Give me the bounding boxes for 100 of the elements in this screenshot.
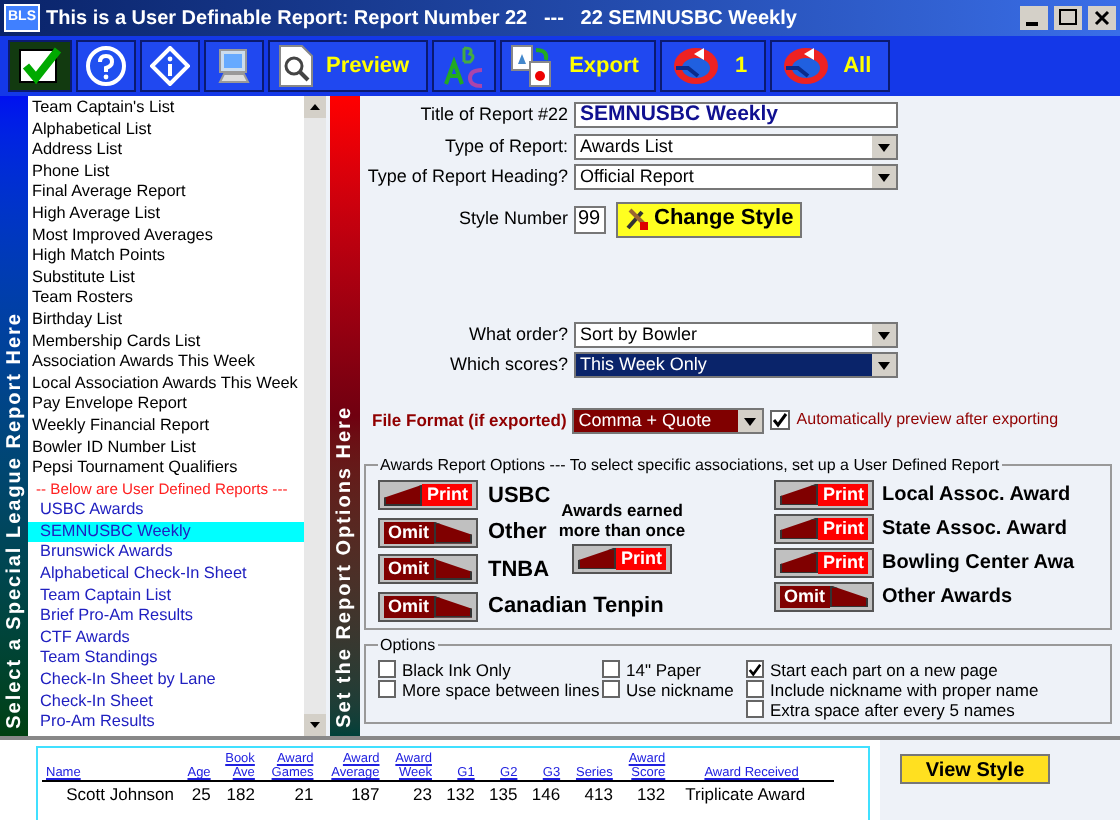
circular-arrows-icon	[779, 44, 832, 88]
report-list-item[interactable]: Pro-Am Results	[28, 712, 304, 734]
scroll-down-icon[interactable]	[304, 714, 326, 736]
report-list-item[interactable]: Address List	[28, 140, 304, 162]
checkbox[interactable]	[770, 410, 791, 430]
scores-dropdown[interactable]: This Week Only	[574, 352, 898, 379]
table-cell: 132	[435, 781, 479, 808]
help-icon	[86, 46, 126, 86]
checkbox-label: More space between lines	[402, 679, 600, 699]
report-list-item[interactable]: Team Standings	[28, 648, 304, 671]
checkbox[interactable]	[378, 660, 396, 678]
field-label: Which scores?	[449, 352, 568, 378]
checkbox-label: 14" Paper	[626, 659, 702, 679]
checkbox[interactable]	[602, 660, 620, 678]
change-style-button[interactable]: Change Style	[616, 201, 802, 237]
close-icon[interactable]	[1088, 6, 1116, 30]
report-list-item[interactable]: High Average List	[28, 203, 304, 226]
print-omit-switch[interactable]: Omit	[378, 554, 478, 585]
style-number-field[interactable]: 99	[574, 205, 606, 233]
print-omit-switch[interactable]: Omit	[378, 517, 478, 548]
checkbox-label: Automatically preview after exporting	[796, 408, 1059, 432]
award-label: Other Awards	[882, 583, 1013, 611]
report-list-item[interactable]: Pepsi Tournament Qualifiers	[28, 458, 304, 480]
toolbar-button[interactable]	[8, 40, 72, 92]
report-list-item[interactable]: Pay Envelope Report	[28, 394, 304, 416]
field-label: Type of Report Heading?	[367, 164, 568, 190]
report-list-item[interactable]: Bowler ID Number List	[28, 437, 304, 459]
checkmark-icon	[18, 46, 62, 86]
tools-icon	[624, 206, 650, 232]
file-format-dropdown[interactable]: Comma + Quote	[572, 407, 765, 433]
table-cell: 187	[317, 781, 384, 808]
print-omit-switch[interactable]: Print	[572, 543, 672, 573]
report-list-item[interactable]: Brunswick Awards	[28, 542, 304, 565]
toolbar-button[interactable]: 1	[660, 40, 766, 92]
checkbox[interactable]	[746, 660, 764, 678]
report-list-item[interactable]: High Match Points	[28, 246, 304, 268]
report-list-item[interactable]: Alphabetical Check-In Sheet	[28, 564, 304, 586]
field-label: Title of Report #22	[420, 102, 568, 128]
report-list-item[interactable]: Brief Pro-Am Results	[28, 606, 304, 628]
report-list-item[interactable]: Check-In Sheet	[28, 691, 304, 713]
toolbar-button[interactable]: All	[769, 40, 890, 92]
field-label: Type of Report:	[444, 133, 568, 160]
toolbar-button[interactable]: Preview	[268, 40, 428, 92]
report-list-item[interactable]: Substitute List	[28, 267, 304, 289]
checkbox-label: Start each part on a new page	[770, 659, 998, 679]
table-cell: Scott Johnson	[42, 781, 179, 808]
side-banner: Select a Special League Report Here	[0, 96, 28, 736]
scrollbar[interactable]	[304, 96, 326, 736]
report-list-item[interactable]: Phone List	[28, 161, 304, 183]
letters-icon	[441, 44, 486, 88]
report-list-item[interactable]: SEMNUSBC Weekly	[28, 521, 304, 543]
checkbox[interactable]	[746, 680, 764, 698]
report-list-item[interactable]: Alphabetical List	[28, 119, 304, 141]
info-icon	[150, 46, 190, 86]
report-list-item[interactable]: Weekly Financial Report	[28, 415, 304, 437]
side-banner: Set the Report Options Here	[330, 96, 360, 736]
title-field[interactable]: SEMNUSBC Weekly	[574, 102, 898, 129]
print-omit-switch[interactable]: Print	[378, 480, 478, 511]
print-omit-switch[interactable]: Print	[774, 547, 874, 577]
report-list-item[interactable]: CTF Awards	[28, 627, 304, 649]
report-list-item[interactable]: Team Captain's List	[28, 98, 304, 120]
report-list-item[interactable]: Most Improved Averages	[28, 225, 304, 247]
toolbar-button[interactable]	[76, 40, 136, 92]
report-list-item[interactable]: Check-In Sheet by Lane	[28, 670, 304, 692]
checkbox[interactable]	[746, 700, 764, 718]
report-list-item[interactable]: Team Captain List	[28, 585, 304, 607]
checkbox[interactable]	[602, 680, 620, 698]
print-omit-switch[interactable]: Print	[774, 479, 874, 509]
report-type-dropdown[interactable]: Awards List	[574, 133, 898, 160]
report-list-item[interactable]: Team Rosters	[28, 288, 304, 310]
print-omit-switch[interactable]: Omit	[774, 581, 874, 611]
toolbar-button[interactable]	[140, 40, 200, 92]
report-list-item[interactable]: Final Average Report	[28, 182, 304, 204]
window-title: This is a User Definable Report: Report Number 22 --- 22 SEMNUSBC Weekly	[46, 5, 799, 33]
scroll-up-icon[interactable]	[304, 96, 326, 118]
view-style-button[interactable]: View Style	[900, 754, 1050, 784]
report-list-item[interactable]: Membership Cards List	[28, 331, 304, 353]
maximize-icon[interactable]	[1054, 6, 1082, 30]
print-omit-switch[interactable]: Omit	[378, 591, 478, 622]
table-cell: 25	[178, 781, 215, 808]
checkbox[interactable]	[378, 680, 396, 698]
heading-dropdown[interactable]: Official Report	[574, 164, 898, 191]
table-cell: 135	[478, 781, 522, 808]
minimize-icon[interactable]	[1020, 6, 1048, 30]
table-cell: 21	[258, 781, 318, 808]
report-list-item[interactable]: Local Association Awards This Week	[28, 373, 304, 395]
order-dropdown[interactable]: Sort by Bowler	[574, 321, 898, 348]
table-cell: 182	[214, 781, 259, 808]
report-list-item[interactable]: Birthday List	[28, 309, 304, 332]
print-omit-switch[interactable]: Print	[774, 513, 874, 543]
award-label: Other	[488, 518, 547, 548]
award-label: State Assoc. Award	[882, 515, 1067, 543]
report-list-item[interactable]: Association Awards This Week	[28, 352, 304, 374]
toolbar-button[interactable]: Export	[499, 40, 657, 92]
magnifier-page-icon	[278, 44, 314, 88]
award-label: Bowling Center Awa	[882, 549, 1075, 577]
report-list-item[interactable]: USBC Awards	[28, 500, 304, 522]
toolbar-button[interactable]	[204, 40, 264, 92]
monitor-icon	[214, 46, 254, 86]
table-cell: 413	[564, 781, 617, 808]
